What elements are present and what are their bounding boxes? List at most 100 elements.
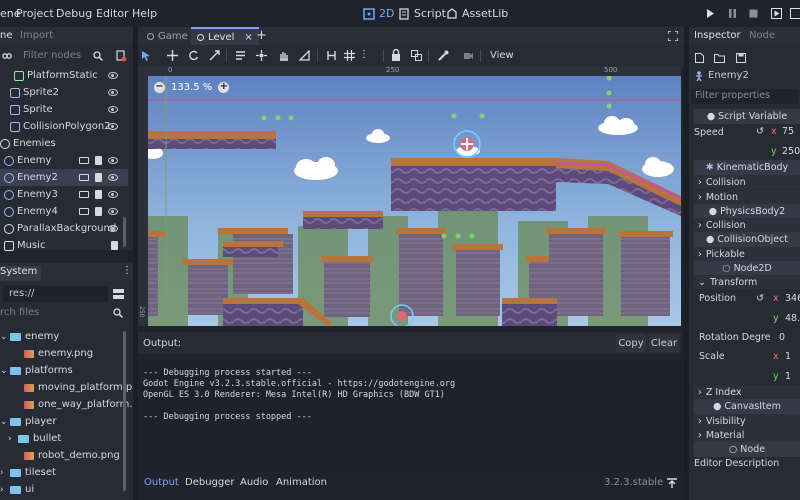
group-icon[interactable] [411, 50, 422, 61]
visibility-eye-icon[interactable] [108, 106, 118, 113]
tab-debugger[interactable]: Debugger [185, 477, 235, 488]
tab-animation[interactable]: Animation [276, 477, 327, 488]
skeleton-icon[interactable] [438, 50, 449, 61]
camera-override-icon[interactable] [463, 50, 474, 61]
section-collision-object[interactable]: ● CollisionObject [694, 232, 800, 247]
filter-properties-input[interactable]: Filter properties [691, 89, 798, 104]
workspace-2d-button[interactable]: 2D [363, 7, 394, 20]
visibility-eye-icon[interactable] [108, 191, 118, 198]
move-tool-icon[interactable] [167, 50, 178, 61]
new-resource-icon[interactable] [695, 53, 704, 63]
workspace-assetlib-button[interactable]: AssetLib [446, 7, 508, 20]
scene-tree-item[interactable]: Enemy4 [0, 203, 128, 220]
script-icon[interactable] [111, 241, 118, 250]
pan-tool-icon[interactable] [278, 50, 289, 61]
pivot-tool-icon[interactable] [256, 50, 267, 61]
position-y-value[interactable]: 48.5 [785, 313, 800, 324]
folder-item[interactable]: › tileset [0, 464, 128, 481]
stop-icon[interactable] [749, 9, 758, 18]
folder-item[interactable]: ⌄ player [0, 413, 128, 430]
view-menu[interactable]: View [490, 50, 514, 61]
zoom-out-button[interactable]: − [154, 82, 165, 93]
filesystem-scrollbar[interactable] [123, 331, 126, 491]
scene-tree-item[interactable]: Music [0, 237, 128, 254]
zoom-level[interactable]: 133.5 % [171, 82, 212, 93]
scale-tool-icon[interactable] [209, 50, 220, 61]
visibility-eye-icon[interactable] [108, 157, 118, 164]
tab-level[interactable]: Level × [191, 27, 259, 45]
workspace-script-button[interactable]: Script [398, 7, 446, 20]
distraction-free-icon[interactable] [668, 31, 678, 41]
script-icon[interactable] [95, 173, 102, 182]
scene-tree-scrollbar[interactable] [123, 217, 126, 247]
open-folder-icon[interactable] [714, 53, 725, 63]
scene-tree-item[interactable]: CollisionPolygon2 [0, 118, 128, 135]
group-motion[interactable]: › Motion [694, 190, 800, 204]
filesystem-search-input[interactable]: rch files [0, 307, 39, 318]
smart-snap-icon[interactable] [326, 50, 337, 61]
play-icon[interactable] [706, 9, 715, 18]
script-icon[interactable] [95, 207, 102, 216]
visibility-eye-icon[interactable] [108, 225, 118, 232]
file-item[interactable]: moving_platform.p [0, 379, 132, 396]
scale-y-value[interactable]: 1 [785, 371, 791, 382]
output-log[interactable]: --- Debugging process started --- Godot E… [138, 354, 681, 472]
script-icon[interactable] [95, 190, 102, 199]
play-scene-icon[interactable] [771, 8, 782, 19]
visibility-eye-icon[interactable] [108, 174, 118, 181]
instance-icon[interactable] [79, 157, 89, 164]
visibility-eye-icon[interactable] [108, 123, 118, 130]
instance-icon[interactable] [79, 208, 89, 215]
list-select-icon[interactable] [235, 50, 246, 61]
chevron-icon[interactable]: › [8, 434, 18, 444]
split-mode-icon[interactable] [113, 289, 124, 299]
menu-help[interactable]: Help [132, 7, 157, 20]
section-node[interactable]: ○ Node [694, 442, 800, 457]
folder-item[interactable]: ⌄ platforms [0, 362, 128, 379]
chevron-icon[interactable]: › [0, 468, 10, 478]
section-script-variables[interactable]: ● Script Variable [694, 109, 800, 124]
speed-y-value[interactable]: 250 [782, 146, 800, 157]
tab-inspector[interactable]: Inspector [694, 30, 741, 41]
group-z-index[interactable]: › Z Index [694, 385, 800, 399]
tab-output[interactable]: Output [144, 477, 179, 488]
lock-icon[interactable] [391, 49, 401, 61]
collapse-panel-icon[interactable] [667, 478, 677, 488]
menu-debug[interactable]: Debug [56, 7, 92, 20]
tab-import[interactable]: Import [20, 30, 53, 41]
file-item[interactable]: enemy.png [0, 345, 128, 362]
copy-button[interactable]: Copy [616, 334, 646, 352]
scene-tree-item[interactable]: Sprite [0, 101, 128, 118]
filesystem-path-field[interactable]: res:// [3, 286, 108, 302]
tab-audio[interactable]: Audio [240, 477, 268, 488]
section-canvas-item[interactable]: ● CanvasItem [694, 399, 800, 414]
menu-project[interactable]: Project [16, 7, 54, 20]
left-splitter[interactable] [133, 27, 138, 500]
scene-tree-item[interactable]: Enemy [0, 152, 128, 169]
inspected-object[interactable]: Enemy2 [694, 70, 749, 81]
filter-nodes-input[interactable]: Filter nodes [23, 50, 81, 61]
chevron-icon[interactable]: ⌄ [0, 332, 10, 342]
close-icon[interactable]: × [244, 32, 252, 43]
rotate-tool-icon[interactable] [188, 50, 199, 61]
section-kinematic-body[interactable]: ✱ KinematicBody [694, 160, 800, 175]
tab-scene[interactable]: ne [0, 30, 13, 41]
scene-tree-item[interactable]: PlatformStatic [0, 67, 128, 84]
scene-tree-item[interactable]: ParallaxBackground [0, 220, 128, 237]
chevron-icon[interactable]: ⌄ [0, 366, 10, 376]
2d-viewport[interactable]: 0 250 500 250 − 133.5 % + [138, 66, 681, 326]
revert-icon[interactable]: ↺ [756, 126, 764, 137]
scene-tree-item[interactable]: Sprite2 [0, 84, 128, 101]
menu-editor[interactable]: Editor [96, 7, 129, 20]
save-icon[interactable] [736, 53, 746, 63]
right-splitter[interactable] [684, 27, 689, 500]
instance-icon[interactable] [79, 174, 89, 181]
group-transform[interactable]: ⌄ Transform [694, 275, 800, 289]
tab-game[interactable]: Game [141, 27, 194, 45]
filesystem-tab[interactable]: System [0, 266, 42, 281]
scene-tree-item[interactable]: Enemy2 [0, 169, 128, 186]
folder-item[interactable]: › bullet [0, 430, 128, 447]
play-custom-scene-icon[interactable] [790, 8, 800, 19]
group-material[interactable]: › Material [694, 428, 800, 442]
revert-icon[interactable]: ↺ [756, 293, 764, 304]
